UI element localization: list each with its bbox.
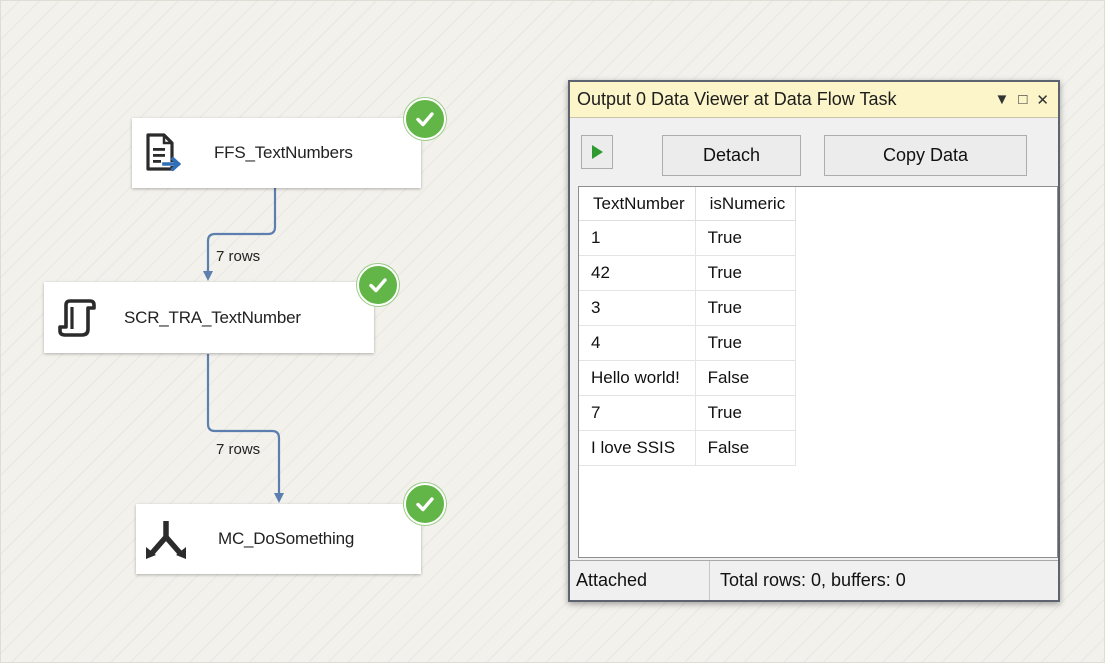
status-bar: Attached Total rows: 0, buffers: 0 [570,560,1058,600]
grid-cell[interactable]: Hello world! [579,360,696,396]
component-label: MC_DoSomething [218,529,355,548]
dropdown-arrow-icon[interactable]: ▼ [995,91,1010,108]
grid-cell[interactable]: True [695,395,797,431]
status-attached: Attached [570,561,710,600]
column-header[interactable]: isNumeric [695,187,797,221]
multicast-icon [142,515,190,563]
status-row-count: Total rows: 0, buffers: 0 [720,570,906,590]
grid-cell[interactable]: True [695,325,797,361]
column-header[interactable]: TextNumber [579,187,696,221]
grid-header-row: TextNumber isNumeric [579,187,797,221]
grid-cell[interactable]: True [695,220,797,256]
data-flow-path-label: 7 rows [216,248,261,265]
flat-file-source-icon [138,129,186,177]
close-icon[interactable]: ✕ [1036,91,1049,109]
grid-cell[interactable]: True [695,255,797,291]
table-row[interactable]: 42 True [579,255,797,291]
data-grid[interactable]: TextNumber isNumeric 1 True 42 True 3 True … [578,186,1058,558]
success-check-icon [357,264,399,306]
data-viewer-window: Output 0 Data Viewer at Data Flow Task ▼… [568,80,1060,602]
maximize-icon[interactable]: □ [1018,91,1027,108]
data-viewer-toolbar: Detach Copy Data [570,118,1058,178]
table-row[interactable]: 7 True [579,395,797,431]
data-flow-path-2[interactable] [206,354,284,503]
table-row[interactable]: I love SSIS False [579,430,797,466]
grid-cell[interactable]: 4 [579,325,696,361]
grid-cell[interactable]: False [695,430,797,466]
data-viewer-titlebar[interactable]: Output 0 Data Viewer at Data Flow Task ▼… [570,82,1058,118]
grid-cell[interactable]: 42 [579,255,696,291]
window-title: Output 0 Data Viewer at Data Flow Task [577,89,897,109]
success-check-icon [404,483,446,525]
component-label: FFS_TextNumbers [214,143,353,162]
table-row[interactable]: 3 True [579,290,797,326]
component-label: SCR_TRA_TextNumber [124,307,301,327]
table-row[interactable]: 4 True [579,325,797,361]
grid-cell[interactable]: True [695,290,797,326]
script-component-icon [54,294,102,342]
grid-cell[interactable]: 7 [579,395,696,431]
detach-button[interactable]: Detach [662,135,801,176]
table-row[interactable]: Hello world! False [579,360,797,396]
play-icon [592,145,603,159]
success-check-icon [404,98,446,140]
table-row[interactable]: 1 True [579,220,797,256]
component-scr-tra-textnumber[interactable]: SCR_TRA_TextNumber [44,282,374,353]
grid-cell[interactable]: False [695,360,797,396]
component-ffs-textnumbers[interactable]: FFS_TextNumbers [132,118,421,188]
play-button[interactable] [581,135,613,169]
copy-data-button[interactable]: Copy Data [824,135,1027,176]
component-mc-dosomething[interactable]: MC_DoSomething [136,504,421,574]
data-flow-path-label: 7 rows [216,441,261,458]
grid-cell[interactable]: 3 [579,290,696,326]
grid-cell[interactable]: I love SSIS [579,430,696,466]
grid-cell[interactable]: 1 [579,220,696,256]
